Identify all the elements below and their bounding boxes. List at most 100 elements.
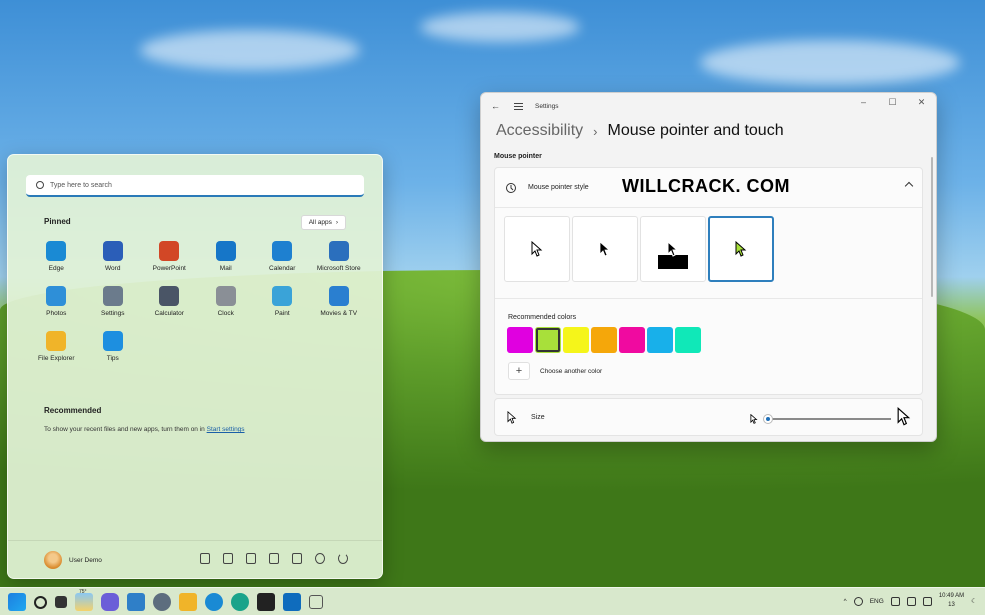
calendar-icon [272, 241, 293, 261]
calculator-icon [159, 286, 180, 306]
settings-window: ← Settings – ☐ ✕ Accessibility › Mouse p… [480, 92, 937, 442]
pinned-app-label: PowerPoint [152, 265, 186, 272]
store-icon [328, 241, 349, 261]
pinned-heading: Pinned [44, 217, 71, 226]
start-footer: User Demo [8, 540, 382, 578]
pinned-app-clock[interactable]: Clock [198, 286, 255, 317]
taskbar-apps: 75° [8, 589, 323, 611]
size-pointer-icon [507, 410, 517, 424]
style-inverted-pointer[interactable] [640, 216, 706, 282]
white-cursor-icon [531, 241, 543, 257]
downloads-icon[interactable] [223, 553, 233, 564]
edge-icon[interactable] [205, 593, 223, 611]
clock[interactable]: 10:49 AM 13 [939, 592, 964, 610]
file-explorer-icon[interactable] [179, 593, 197, 611]
breadcrumb: Accessibility › Mouse pointer and touch [496, 122, 784, 140]
pinned-app-paint[interactable]: Paint [254, 286, 311, 317]
all-apps-label: All apps [308, 219, 332, 226]
size-slider-thumb[interactable] [764, 415, 772, 423]
documents-icon[interactable] [200, 553, 210, 564]
color-swatch[interactable] [535, 327, 561, 353]
pictures-icon[interactable] [269, 553, 279, 564]
size-slider-track[interactable] [767, 418, 891, 420]
close-button[interactable]: ✕ [907, 93, 936, 111]
pinned-app-movies-tv[interactable]: Movies & TV [311, 286, 368, 317]
snipping-tool-icon[interactable] [309, 595, 323, 609]
color-swatch[interactable] [591, 327, 617, 353]
minimize-button[interactable]: – [849, 93, 878, 111]
onedrive-icon[interactable] [853, 596, 863, 606]
card-divider [495, 298, 922, 299]
terminal-icon[interactable] [257, 593, 275, 611]
maximize-button[interactable]: ☐ [878, 93, 907, 111]
task-view-icon[interactable] [55, 596, 67, 608]
clock-icon [215, 286, 236, 306]
recommended-colors-label: Recommended colors [508, 314, 577, 321]
edge-dev-icon[interactable] [231, 593, 249, 611]
color-swatch[interactable] [507, 327, 533, 353]
pinned-app-settings[interactable]: Settings [85, 286, 142, 317]
breadcrumb-accessibility[interactable]: Accessibility [496, 122, 583, 140]
music-icon[interactable] [246, 553, 256, 564]
start-menu: Type here to search Pinned All apps › Ed… [7, 154, 383, 579]
chevron-up-icon[interactable]: ^ [844, 598, 847, 605]
movies-icon [328, 286, 349, 306]
all-apps-button[interactable]: All apps › [300, 215, 346, 230]
windows-start-icon[interactable] [8, 593, 26, 611]
paint-icon [272, 286, 293, 306]
user-account-button[interactable]: User Demo [44, 551, 102, 569]
power-icon[interactable] [338, 553, 348, 564]
battery-icon[interactable] [922, 596, 932, 606]
title-bar: ← Settings – ☐ ✕ [481, 93, 936, 119]
edge-icon [46, 241, 67, 261]
chat-icon[interactable] [101, 593, 119, 611]
color-swatch[interactable] [619, 327, 645, 353]
volume-icon[interactable] [906, 596, 916, 606]
size-card: Size [494, 398, 923, 436]
color-swatch[interactable] [647, 327, 673, 353]
widgets-icon[interactable]: 75° [75, 589, 93, 611]
notification-icon[interactable]: ☾ [971, 597, 977, 605]
color-swatch[interactable] [675, 327, 701, 353]
photos-icon [46, 286, 67, 306]
style-black-pointer[interactable] [572, 216, 638, 282]
language-indicator[interactable]: ENG [870, 598, 884, 605]
style-custom-pointer[interactable] [708, 216, 774, 282]
back-arrow-icon[interactable]: ← [491, 101, 500, 111]
pinned-app-file-explorer[interactable]: File Explorer [28, 331, 85, 362]
pinned-app-mail[interactable]: Mail [198, 241, 255, 272]
footer-folders [200, 553, 348, 564]
window-title: Settings [535, 102, 559, 110]
pinned-app-tips[interactable]: Tips [85, 331, 142, 362]
pinned-app-photos[interactable]: Photos [28, 286, 85, 317]
style-white-pointer[interactable] [504, 216, 570, 282]
outlook-icon[interactable] [283, 593, 301, 611]
pinned-app-powerpoint[interactable]: PowerPoint [141, 241, 198, 272]
settings-icon[interactable] [153, 593, 171, 611]
color-swatch[interactable] [563, 327, 589, 353]
search-input[interactable]: Type here to search [50, 182, 112, 189]
pinned-app-word[interactable]: Word [85, 241, 142, 272]
word-icon [102, 241, 123, 261]
window-controls: – ☐ ✕ [849, 93, 936, 111]
pinned-app-microsoft-store[interactable]: Microsoft Store [311, 241, 368, 272]
choose-color-button[interactable]: + Choose another color [508, 362, 602, 380]
pointer-style-icon [506, 182, 516, 193]
taskbar: 75° ^ ENG 10:49 AM 13 ☾ [0, 587, 985, 615]
gear-icon[interactable] [315, 553, 325, 564]
tips-icon [102, 331, 123, 351]
hamburger-menu-icon[interactable] [514, 102, 523, 110]
search-icon [36, 181, 44, 189]
network-icon[interactable] [890, 596, 900, 606]
pinned-app-calculator[interactable]: Calculator [141, 286, 198, 317]
pinned-app-calendar[interactable]: Calendar [254, 241, 311, 272]
search-box[interactable]: Type here to search [26, 175, 364, 197]
search-icon[interactable] [34, 595, 47, 609]
start-settings-link[interactable]: Start settings [207, 426, 245, 433]
scrollbar[interactable] [931, 157, 933, 297]
cloud [700, 40, 960, 85]
remote-desktop-icon[interactable] [127, 593, 145, 611]
folder-icon[interactable] [292, 553, 302, 564]
small-cursor-icon [750, 414, 758, 424]
pinned-app-edge[interactable]: Edge [28, 241, 85, 272]
